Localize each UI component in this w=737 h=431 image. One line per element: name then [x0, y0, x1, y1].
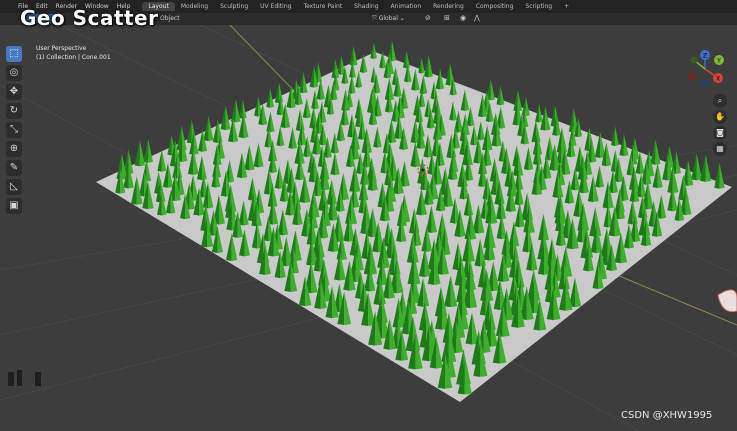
video-overlay-title: Geo Scatter: [20, 6, 159, 30]
hand-icon: ✋: [715, 112, 725, 121]
tab-shading[interactable]: Shading: [348, 2, 384, 11]
scattered-tree: [610, 126, 619, 147]
scattered-tree: [496, 85, 505, 106]
scattered-tree: [220, 105, 231, 131]
scattered-tree: [619, 133, 629, 157]
playback-icon: [8, 370, 41, 386]
scattered-tree: [691, 153, 703, 181]
move-icon: ✥: [9, 86, 19, 97]
scattered-tree: [370, 42, 377, 60]
camera-icon: ◙: [716, 128, 724, 137]
viewport-info: User Perspective (1) Collection | Cone.0…: [36, 44, 111, 62]
tab-modeling[interactable]: Modeling: [175, 2, 214, 11]
watermark: CSDN @XHW1995: [621, 410, 713, 421]
scattered-tree: [134, 140, 146, 167]
tab-animation[interactable]: Animation: [385, 2, 428, 11]
navigation-gizmo[interactable]: X Z Y: [684, 48, 726, 90]
scale-icon: ⤡: [10, 124, 18, 135]
neg-z-handle[interactable]: [701, 79, 709, 87]
tab-uv-editing[interactable]: UV Editing: [254, 2, 297, 11]
select-box-icon: ⬚: [9, 48, 19, 59]
measure-tool[interactable]: ◺: [6, 179, 22, 195]
y-axis-label: Y: [716, 58, 721, 65]
annotate-tool[interactable]: ✎: [6, 160, 22, 176]
tool-shelf: ⬚ ◎ ✥ ↻ ⤡ ⊕ ✎ ◺ ▣: [6, 46, 24, 217]
view-name: User Perspective: [36, 45, 87, 52]
scattered-tree: [418, 57, 425, 74]
measure-icon: ◺: [10, 181, 18, 192]
y-axis-line-back: [229, 25, 301, 98]
tab-scripting[interactable]: Scripting: [519, 2, 558, 11]
scattered-tree: [266, 88, 275, 108]
collection-info: (1) Collection | Cone.001: [36, 54, 111, 61]
magnifier-icon: ⌕: [717, 96, 723, 105]
add-cube-icon: ▣: [9, 200, 19, 211]
snapping-toggle-icon[interactable]: ⊞: [444, 14, 450, 22]
neg-y-handle[interactable]: [690, 56, 698, 64]
annotate-icon: ✎: [9, 162, 19, 173]
chevron-down-icon: ⌄: [397, 15, 405, 22]
scattered-tree: [424, 55, 433, 78]
orthographic-toggle-button[interactable]: ▦: [713, 142, 727, 156]
tab-compositing[interactable]: Compositing: [470, 2, 520, 11]
scattered-tree: [143, 138, 154, 163]
z-axis-label: Z: [703, 53, 707, 60]
transform-icon: ⊕: [9, 143, 19, 154]
transform-orientation-dropdown[interactable]: ⤧ Global ⌄: [372, 15, 405, 23]
scattered-tree: [714, 162, 725, 189]
cursor-tool[interactable]: ◎: [6, 65, 22, 81]
rotate-tool[interactable]: ↻: [6, 103, 22, 119]
scattered-tree: [650, 139, 661, 165]
transform-tool[interactable]: ⊕: [6, 141, 22, 157]
snap-icon[interactable]: ⊘: [425, 14, 431, 22]
neg-x-handle[interactable]: [688, 72, 696, 80]
proportional-edit-icon[interactable]: ◉: [460, 14, 466, 22]
scale-tool[interactable]: ⤡: [6, 122, 22, 138]
select-box-tool[interactable]: ⬚: [6, 46, 22, 62]
x-axis-label: X: [716, 76, 720, 83]
zoom-view-button[interactable]: ⌕: [713, 94, 727, 108]
tab-sculpting[interactable]: Sculpting: [214, 2, 254, 11]
scattered-tree: [274, 82, 284, 104]
scene-canvas[interactable]: [0, 25, 737, 431]
tab-texture-paint[interactable]: Texture Paint: [297, 2, 348, 11]
add-workspace-button[interactable]: +: [558, 2, 575, 11]
3d-viewport[interactable]: [0, 25, 737, 431]
emitter-object[interactable]: [717, 289, 737, 313]
grid-icon: ▦: [716, 144, 724, 153]
scattered-tree: [230, 98, 241, 123]
falloff-icon[interactable]: ⋀: [474, 14, 480, 22]
camera-view-button[interactable]: ◙: [713, 126, 727, 140]
object-menu[interactable]: Object: [160, 15, 180, 22]
tab-rendering[interactable]: Rendering: [427, 2, 470, 11]
scattered-tree: [521, 96, 530, 117]
rotate-icon: ↻: [9, 105, 19, 116]
move-tool[interactable]: ✥: [6, 84, 22, 100]
orientation-icon: ⤧: [372, 15, 379, 22]
add-cube-tool[interactable]: ▣: [6, 198, 22, 214]
y-axis-line: [599, 267, 737, 326]
scattered-tree: [299, 71, 308, 94]
pan-view-button[interactable]: ✋: [713, 110, 727, 124]
workspace-tabs: Layout Modeling Sculpting UV Editing Texture…: [142, 2, 558, 11]
scattered-tree: [349, 45, 358, 66]
scattered-tree: [402, 50, 410, 69]
cursor-icon: ◎: [9, 67, 19, 78]
scattered-tree: [700, 154, 712, 182]
scattered-tree: [239, 99, 247, 119]
